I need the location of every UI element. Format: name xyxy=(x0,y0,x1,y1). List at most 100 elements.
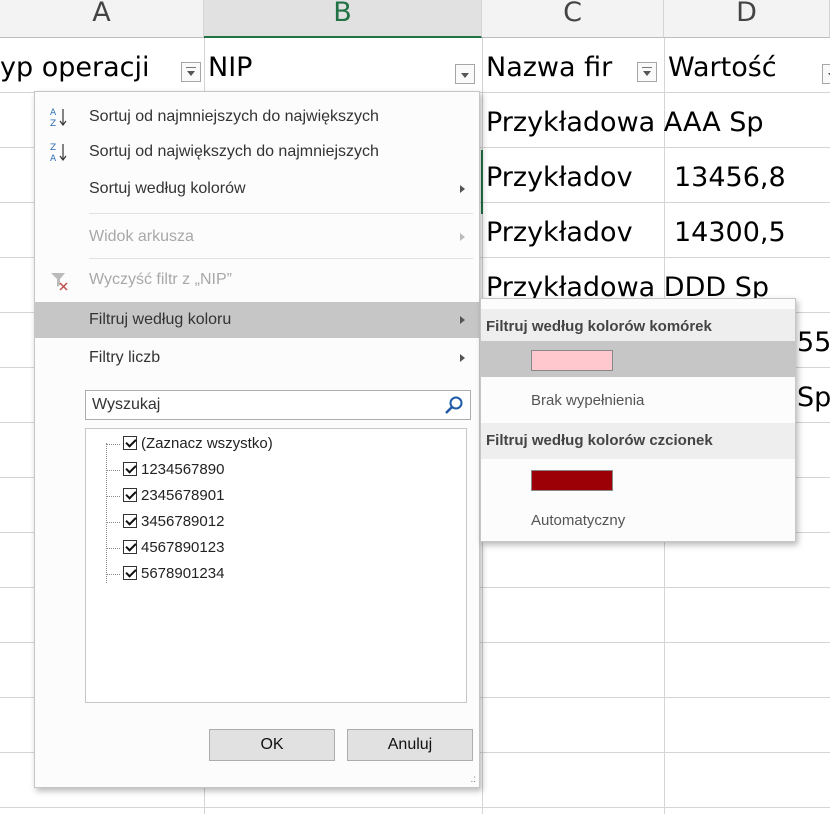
tree-connector xyxy=(106,573,120,575)
submenu-arrow-icon xyxy=(460,354,465,362)
svg-text:A: A xyxy=(50,154,57,164)
sort-ascending-icon: A Z xyxy=(50,108,67,129)
menu-item-label: Sortuj według kolorów xyxy=(89,180,246,197)
font-color-option[interactable] xyxy=(481,463,795,499)
menu-item-sheet-view[interactable]: Widok arkusza xyxy=(35,219,479,255)
column-header-a[interactable]: A xyxy=(0,0,204,38)
filter-dropdown-button-b[interactable] xyxy=(455,64,475,84)
selection-edge xyxy=(481,150,483,214)
cell-text: yp operacji xyxy=(0,52,150,83)
no-fill-label: Brak wypełnienia xyxy=(531,392,645,409)
automatic-label: Automatyczny xyxy=(531,512,626,529)
svg-text:A: A xyxy=(50,108,57,118)
tree-connector xyxy=(106,469,120,471)
data-cell[interactable]: Przykładowa AAA Sp xyxy=(486,105,830,141)
automatic-option[interactable]: Automatyczny xyxy=(481,503,795,539)
svg-text:Z: Z xyxy=(50,119,56,129)
list-item-label: 1234567890 xyxy=(141,461,225,478)
menu-item-clear-filter[interactable]: Wyczyść filtr z „NIP” xyxy=(35,262,479,298)
list-item-select-all[interactable]: (Zaznacz wszystko) xyxy=(106,431,273,457)
cell-text: NIP xyxy=(208,52,253,83)
data-cell[interactable]: Sp xyxy=(797,380,830,416)
tree-connector xyxy=(106,443,120,445)
list-item-label: (Zaznacz wszystko) xyxy=(141,435,273,452)
header-cell-nip[interactable]: NIP xyxy=(208,50,478,86)
data-cell[interactable]: 13456,8 xyxy=(674,160,830,196)
search-input[interactable] xyxy=(86,391,426,419)
menu-item-sort-by-color[interactable]: Sortuj według kolorów xyxy=(35,171,479,207)
list-item[interactable]: 1234567890 xyxy=(106,457,224,483)
list-item[interactable]: 2345678901 xyxy=(106,483,224,509)
menu-separator xyxy=(89,258,473,259)
data-cell[interactable]: Przykładov xyxy=(486,215,644,251)
menu-item-sort-descending[interactable]: Z A Sortuj od największych do najmniejsz… xyxy=(35,134,479,170)
cell-text: Nazwa fir xyxy=(486,52,613,83)
list-item-label: 3456789012 xyxy=(141,513,225,530)
search-box xyxy=(85,390,471,420)
menu-item-label: Widok arkusza xyxy=(89,228,194,245)
menu-item-number-filters[interactable]: Filtry liczb xyxy=(35,340,479,376)
checkbox[interactable] xyxy=(123,488,137,503)
submenu-arrow-icon xyxy=(460,185,465,193)
list-item-label: 5678901234 xyxy=(141,565,225,582)
column-letter: B xyxy=(333,0,352,28)
checkbox[interactable] xyxy=(123,462,137,477)
cell-colors-header: Filtruj według kolorów komórek xyxy=(481,309,795,345)
font-colors-header: Filtruj według kolorów czcionek xyxy=(481,423,795,459)
list-item[interactable]: 4567890123 xyxy=(106,535,224,561)
checkbox[interactable] xyxy=(123,566,137,581)
checkbox[interactable] xyxy=(123,436,137,451)
cell-text: 14300,5 xyxy=(674,217,786,248)
checkbox[interactable] xyxy=(123,514,137,529)
ok-button[interactable]: OK xyxy=(209,729,335,761)
filter-dropdown-button-c[interactable] xyxy=(637,62,657,82)
no-fill-option[interactable]: Brak wypełnienia xyxy=(481,383,795,419)
cell-text: Przykładov xyxy=(486,162,633,193)
header-cell-value[interactable]: Wartość xyxy=(668,50,830,86)
data-cell[interactable]: 14300,5 xyxy=(674,215,830,251)
cell-text: Przykładov xyxy=(486,217,633,248)
menu-item-label: Filtry liczb xyxy=(89,349,161,366)
list-item-label: 2345678901 xyxy=(141,487,225,504)
submenu-arrow-icon xyxy=(460,233,465,241)
resize-grip-icon[interactable]: .: xyxy=(470,775,476,785)
column-letter: D xyxy=(736,0,757,28)
cell-text: Sp xyxy=(797,382,830,413)
tree-connector xyxy=(106,495,120,497)
column-letter: A xyxy=(92,0,111,28)
menu-item-sort-ascending[interactable]: A Z Sortuj od najmniejszych do największ… xyxy=(35,99,479,135)
column-header-d[interactable]: D xyxy=(664,0,830,38)
menu-item-label: Filtruj według koloru xyxy=(89,311,232,328)
search-icon[interactable] xyxy=(444,395,464,415)
filter-dropdown-button-d[interactable] xyxy=(822,64,830,84)
data-cell[interactable]: 55 xyxy=(797,325,830,361)
cell-text: 13456,8 xyxy=(674,162,786,193)
tree-connector xyxy=(106,547,120,549)
tree-connector xyxy=(106,521,120,523)
font-color-swatch xyxy=(531,470,613,491)
cell-text: Wartość xyxy=(668,52,777,83)
column-header-b[interactable]: B xyxy=(204,0,482,38)
cell-color-swatch xyxy=(531,350,613,371)
cancel-button[interactable]: Anuluj xyxy=(347,729,473,761)
list-item[interactable]: 5678901234 xyxy=(106,561,224,587)
cell-color-option[interactable] xyxy=(481,341,795,377)
header-cell-operation-type[interactable]: yp operacji xyxy=(0,50,200,86)
list-item[interactable]: 3456789012 xyxy=(106,509,224,535)
gridline xyxy=(0,807,830,808)
svg-text:Z: Z xyxy=(50,143,56,153)
menu-item-label: Wyczyść filtr z „NIP” xyxy=(89,271,232,288)
menu-item-filter-by-color[interactable]: Filtruj według koloru xyxy=(35,302,479,338)
checkbox[interactable] xyxy=(123,540,137,555)
filter-dropdown-button-a[interactable] xyxy=(181,62,201,82)
cell-text: Przykładowa AAA Sp xyxy=(486,107,764,138)
menu-item-label: Sortuj od najmniejszych do największych xyxy=(89,108,379,125)
filter-values-list[interactable]: (Zaznacz wszystko) 1234567890 2345678901… xyxy=(85,428,467,703)
column-header-c[interactable]: C xyxy=(482,0,664,38)
menu-separator xyxy=(89,213,473,214)
data-cell[interactable]: Przykładov xyxy=(486,160,644,196)
autofilter-menu: A Z Sortuj od najmniejszych do największ… xyxy=(34,91,480,788)
cell-text: 55 xyxy=(797,327,830,358)
clear-filter-icon xyxy=(51,273,68,291)
submenu-arrow-icon xyxy=(460,316,465,324)
